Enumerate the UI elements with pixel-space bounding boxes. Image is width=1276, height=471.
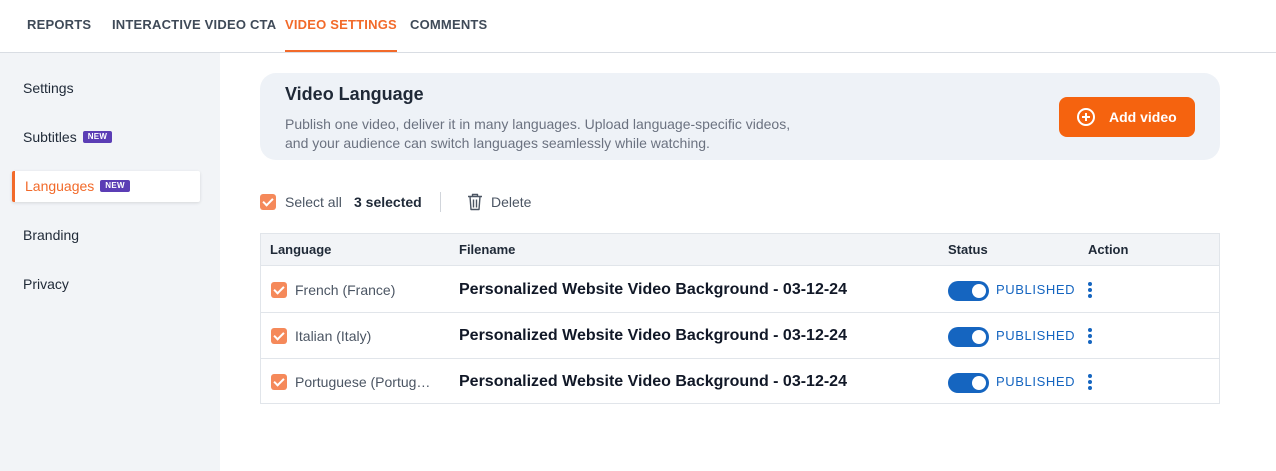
table-row: French (France) Personalized Website Vid… <box>261 267 1219 313</box>
row-filename: Personalized Website Video Background - … <box>459 373 847 390</box>
status-toggle[interactable] <box>948 281 989 301</box>
card-title: Video Language <box>285 84 424 104</box>
languages-table: Language Filename Status Action French (… <box>260 233 1220 404</box>
sidebar-item-languages[interactable]: Languages NEW <box>12 171 200 202</box>
status-toggle[interactable] <box>948 327 989 347</box>
status-label: PUBLISHED <box>996 328 1076 343</box>
row-checkbox[interactable] <box>271 328 287 344</box>
sidebar-item-label: Settings <box>23 80 74 96</box>
row-language: Italian (Italy) <box>295 328 372 344</box>
row-language: Portuguese (Portug… <box>295 374 431 390</box>
sidebar-item-privacy[interactable]: Privacy <box>12 269 200 300</box>
header-language: Language <box>270 242 332 257</box>
sidebar-item-settings[interactable]: Settings <box>12 73 200 104</box>
settings-sidebar: Settings Subtitles NEW Languages NEW Brand… <box>0 53 220 471</box>
sidebar-item-label: Branding <box>23 227 80 243</box>
sidebar-item-branding[interactable]: Branding <box>12 220 200 251</box>
top-tab-bar: REPORTS INTERACTIVE VIDEO CTA VIDEO SETT… <box>0 0 1276 53</box>
status-label: PUBLISHED <box>996 282 1076 297</box>
header-action: Action <box>1088 242 1129 257</box>
row-language: French (France) <box>295 282 396 298</box>
tab-comments[interactable]: COMMENTS <box>410 0 487 52</box>
selected-count: 3 selected <box>354 194 422 210</box>
table-row: Italian (Italy) Personalized Website Vid… <box>261 313 1219 359</box>
status-toggle[interactable] <box>948 373 989 393</box>
table-row: Portuguese (Portug… Personalized Website… <box>261 359 1219 405</box>
selection-toolbar: Select all 3 selected Delete <box>260 190 860 214</box>
select-all-label[interactable]: Select all <box>285 194 342 210</box>
sidebar-item-label: Privacy <box>23 276 69 292</box>
trash-icon[interactable] <box>467 193 483 211</box>
tab-reports[interactable]: REPORTS <box>27 0 91 52</box>
row-filename: Personalized Website Video Background - … <box>459 327 847 344</box>
row-checkbox[interactable] <box>271 282 287 298</box>
header-status: Status <box>948 242 988 257</box>
delete-button[interactable]: Delete <box>491 194 531 210</box>
row-checkbox[interactable] <box>271 374 287 390</box>
tab-video-settings[interactable]: VIDEO SETTINGS <box>285 0 397 52</box>
add-video-label: Add video <box>1109 109 1177 125</box>
header-filename: Filename <box>459 242 516 257</box>
card-description: Publish one video, deliver it in many la… <box>285 116 791 151</box>
table-header: Language Filename Status Action <box>261 234 1219 266</box>
sidebar-item-label: Languages <box>25 178 95 194</box>
new-badge: NEW <box>100 180 130 193</box>
status-label: PUBLISHED <box>996 374 1076 389</box>
more-options-icon[interactable] <box>1083 374 1097 390</box>
select-all-checkbox[interactable] <box>260 194 276 210</box>
add-video-button[interactable]: Add video <box>1059 97 1195 137</box>
sidebar-item-label: Subtitles <box>23 129 77 145</box>
more-options-icon[interactable] <box>1083 282 1097 298</box>
tab-interactive-video-cta[interactable]: INTERACTIVE VIDEO CTA <box>112 0 276 52</box>
toolbar-divider <box>440 192 441 212</box>
video-language-card: Video Language Publish one video, delive… <box>260 73 1220 160</box>
new-badge: NEW <box>82 131 113 144</box>
sidebar-item-subtitles[interactable]: Subtitles NEW <box>12 122 200 153</box>
row-filename: Personalized Website Video Background - … <box>459 281 847 298</box>
plus-circle-icon <box>1077 108 1095 126</box>
more-options-icon[interactable] <box>1083 328 1097 344</box>
